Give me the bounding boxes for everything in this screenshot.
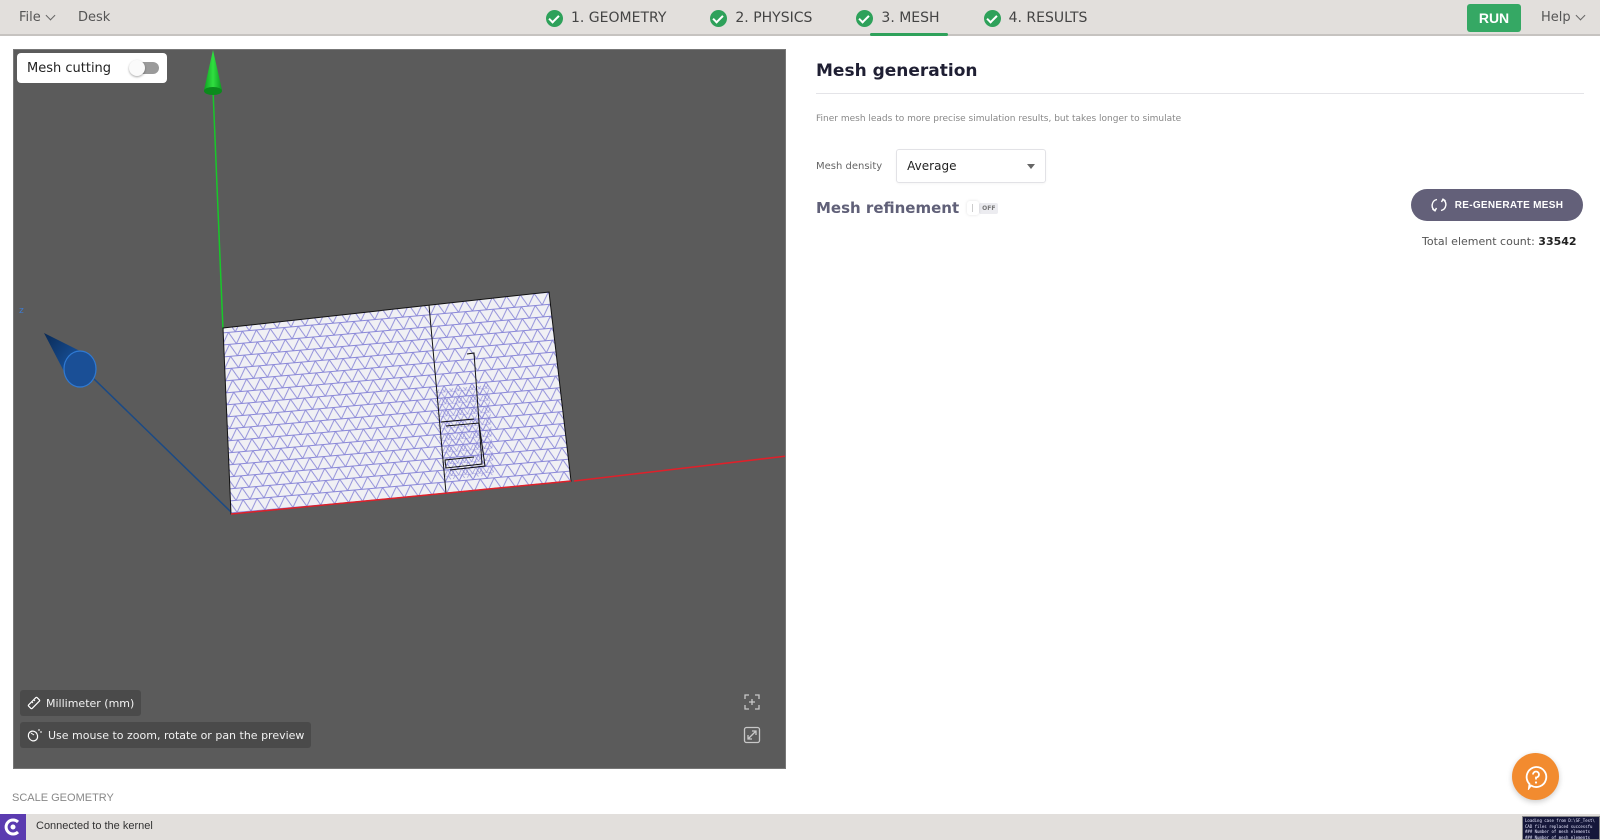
mesh-surface	[222, 291, 572, 515]
mesh-density-row: Mesh density Average	[816, 149, 1047, 183]
caret-down-icon	[1027, 163, 1036, 169]
z-axis-line	[91, 376, 232, 513]
logo-icon	[4, 818, 20, 836]
chevron-down-icon	[1575, 10, 1586, 21]
top-bar: File Desk 1. GEOMETRY 2. PHYSICS 3. MESH…	[0, 0, 1600, 36]
step-physics[interactable]: 2. PHYSICS	[710, 0, 812, 36]
help-menu[interactable]: Help	[1541, 10, 1586, 25]
mesh-refinement-toggle[interactable]: OFF	[967, 201, 999, 215]
check-circle-icon	[710, 9, 728, 27]
check-circle-icon	[983, 9, 1001, 27]
mesh-density-label: Mesh density	[816, 160, 883, 172]
file-menu-label: File	[19, 10, 41, 25]
step-label: 2. PHYSICS	[735, 10, 813, 26]
mesh-density-select[interactable]: Average	[896, 149, 1047, 183]
mesh-scene[interactable]: z	[14, 50, 786, 769]
y-axis-line	[212, 89, 224, 331]
z-axis-arrow-base	[63, 350, 97, 388]
log-line: Loading case from D:\SF_Test\	[1525, 818, 1595, 823]
units-chip[interactable]: Millimeter (mm)	[20, 690, 142, 716]
mouse-icon	[27, 729, 42, 742]
status-bar: Connected to the kernel Loading case fro…	[0, 814, 1600, 840]
element-count-label: Total element count:	[1422, 235, 1535, 248]
focus-icon[interactable]	[743, 693, 761, 711]
fullscreen-icon[interactable]	[743, 726, 761, 744]
step-geometry[interactable]: 1. GEOMETRY	[546, 0, 666, 36]
mesh-cutting-control: Mesh cutting	[17, 53, 167, 83]
mesh-cutting-toggle[interactable]	[129, 60, 159, 76]
z-axis-label: z	[19, 306, 24, 316]
mesh-preview-viewport[interactable]: z Mesh cutting Millimeter (mm) Use mouse…	[13, 49, 786, 769]
check-circle-icon	[856, 9, 874, 27]
connection-status: Connected to the kernel	[36, 820, 153, 832]
mesh-settings-panel: Mesh generation Finer mesh leads to more…	[816, 49, 1584, 248]
toggle-knob	[129, 60, 145, 76]
workflow-steps: 1. GEOMETRY 2. PHYSICS 3. MESH 4. RESULT…	[546, 0, 1131, 36]
regenerate-mesh-button[interactable]: RE-GENERATE MESH	[1411, 189, 1583, 221]
panel-description: Finer mesh leads to more precise simulat…	[816, 114, 1182, 124]
mesh-density-value: Average	[907, 159, 957, 173]
refresh-icon	[1431, 198, 1447, 212]
chevron-down-icon	[45, 10, 56, 21]
mesh-refinement-row: Mesh refinement OFF	[816, 199, 999, 217]
step-results[interactable]: 4. RESULTS	[983, 0, 1088, 36]
ruler-icon	[27, 696, 41, 710]
regenerate-label: RE-GENERATE MESH	[1454, 199, 1564, 211]
run-button[interactable]: RUN	[1467, 4, 1521, 32]
hint-label: Use mouse to zoom, rotate or pan the pre…	[48, 728, 305, 742]
element-count-value: 33542	[1538, 235, 1577, 248]
toggle-knob	[967, 201, 980, 215]
x-axis-line	[573, 455, 785, 482]
y-axis-arrow	[204, 50, 222, 90]
y-axis-arrow-base	[204, 87, 222, 95]
log-line: ### Number of mesh elements	[1525, 834, 1591, 840]
panel-title: Mesh generation	[816, 49, 1584, 94]
check-circle-icon	[546, 9, 563, 27]
desk-menu[interactable]: Desk	[78, 10, 110, 25]
scale-geometry-link[interactable]: SCALE GEOMETRY	[12, 792, 114, 804]
log-line: ### Number of mesh elements	[1525, 829, 1591, 834]
toggle-state: OFF	[979, 202, 999, 214]
help-chat-icon	[1525, 765, 1547, 790]
log-console-thumbnail[interactable]: Loading case from D:\SF_Test\ CAD files …	[1522, 816, 1600, 840]
step-label: 4. RESULTS	[1008, 10, 1088, 26]
help-button[interactable]	[1512, 753, 1559, 800]
app-logo	[0, 814, 26, 840]
step-label: 3. MESH	[881, 10, 940, 26]
help-menu-label: Help	[1541, 10, 1571, 25]
step-label: 1. GEOMETRY	[571, 10, 667, 26]
units-label: Millimeter (mm)	[46, 696, 135, 710]
step-mesh[interactable]: 3. MESH	[856, 0, 948, 36]
desk-menu-label: Desk	[78, 10, 111, 25]
mesh-refinement-label: Mesh refinement	[816, 199, 960, 217]
navigation-hint: Use mouse to zoom, rotate or pan the pre…	[20, 722, 312, 748]
element-count: Total element count: 33542	[1422, 235, 1577, 248]
mesh-cutting-label: Mesh cutting	[27, 60, 112, 76]
file-menu[interactable]: File	[19, 10, 56, 25]
